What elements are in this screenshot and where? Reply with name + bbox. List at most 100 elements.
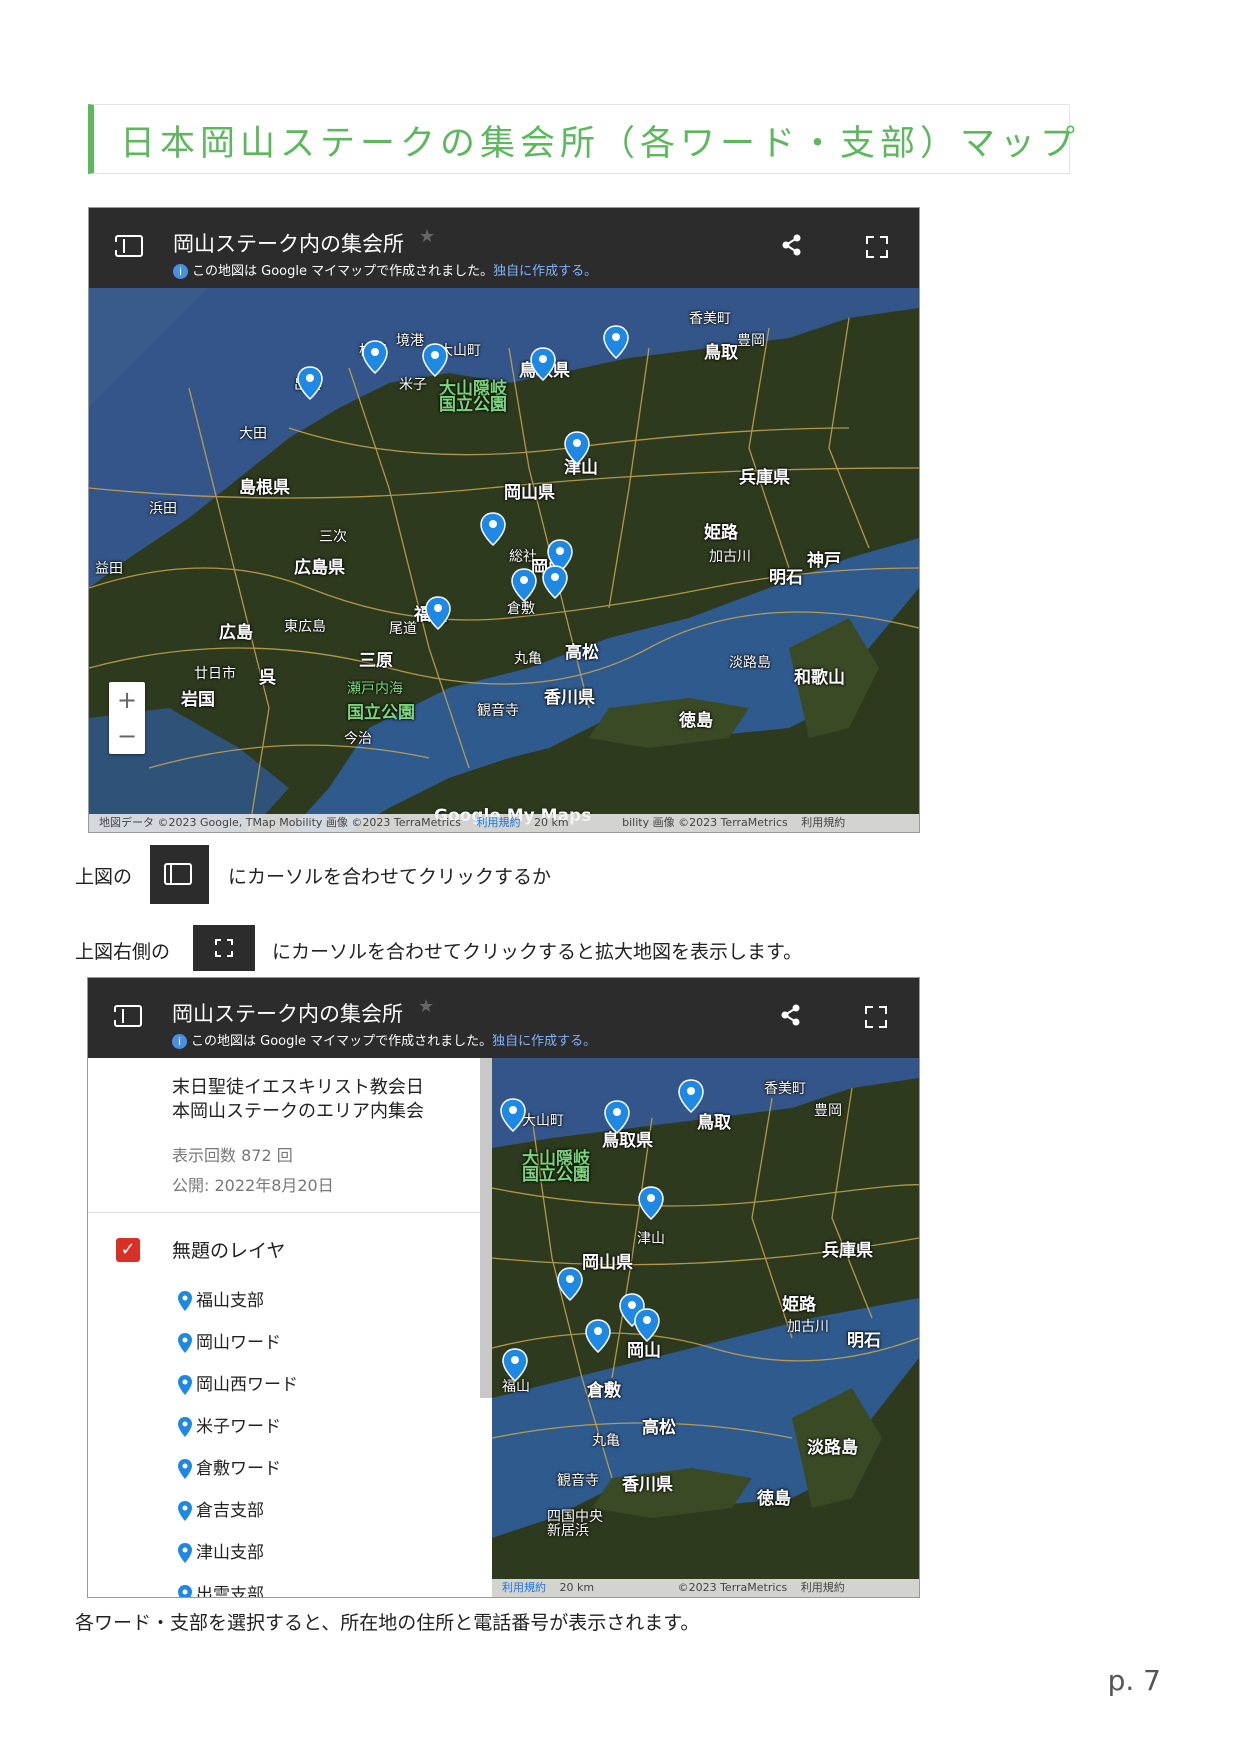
zoom-out-button[interactable]: − — [109, 718, 145, 754]
zoom-in-button[interactable]: + — [109, 682, 145, 718]
map-pin-icon[interactable] — [564, 431, 590, 466]
published-date: 公開: 2022年8月20日 — [172, 1176, 334, 1195]
panel-scrollbar[interactable] — [480, 1058, 492, 1398]
map-pin-icon[interactable] — [557, 1267, 583, 1302]
place-label: 岡山県 — [504, 483, 555, 503]
place-label: 尾道 — [389, 621, 417, 637]
place-label: 国立公園 — [347, 703, 415, 723]
layer-item-label: 米子ワード — [196, 1417, 281, 1437]
map-header-2: 岡山ステーク内の集会所 ★ i この地図は Google マイマップで作成されまし… — [88, 978, 919, 1058]
map-pin-icon[interactable] — [297, 366, 323, 401]
map-pin-icon[interactable] — [425, 596, 451, 631]
fullscreen-icon[interactable] — [866, 236, 888, 258]
map-pin-icon[interactable] — [502, 1348, 528, 1383]
layer-item[interactable]: 津山支部 — [178, 1538, 264, 1563]
layer-item-label: 出雲支部 — [196, 1585, 264, 1598]
map-pin-icon[interactable] — [530, 347, 556, 382]
layer-item[interactable]: 出雲支部 — [178, 1580, 264, 1598]
map-embed-2[interactable]: 岡山ステーク内の集会所 ★ i この地図は Google マイマップで作成されまし… — [87, 977, 920, 1598]
place-pin-icon — [178, 1375, 192, 1395]
instruction-line-1-prefix: 上図の — [75, 866, 133, 888]
place-label: 丸亀 — [592, 1433, 620, 1449]
place-label: 国立公園 — [439, 395, 507, 415]
place-label: 広島県 — [294, 558, 345, 578]
place-label: 明石 — [847, 1331, 881, 1351]
place-label: 香美町 — [764, 1081, 806, 1097]
map-subtitle-text: この地図は Google マイマップで作成されました。 — [192, 264, 494, 279]
info-icon-2: i — [172, 1034, 187, 1049]
map-subtitle-2: i この地図は Google マイマップで作成されました。独自に作成する。 — [172, 1030, 596, 1049]
place-label: 瀬戸内海 — [347, 681, 403, 697]
place-label: 大田 — [239, 426, 267, 442]
create-own-link[interactable]: 独自に作成する。 — [493, 264, 597, 279]
layer-item[interactable]: 岡山西ワード — [178, 1370, 298, 1395]
terms-link[interactable]: 利用規約 — [477, 816, 521, 829]
satellite-map-2[interactable]: 香美町 豊岡 鳥取 大山町 大山隠岐 国立公園 鳥取県 津山 兵庫県 岡山県 姫路 加古川 明石 岡山 倉敷… — [492, 1058, 919, 1597]
map-embed-1[interactable]: 岡山ステーク内の集会所 ★ i この地図は Google マイマップで作成されまし… — [88, 207, 920, 833]
layer-checkbox[interactable]: ✓ — [116, 1238, 140, 1262]
layer-item[interactable]: 福山支部 — [178, 1286, 264, 1311]
map-attribution: 地図データ ©2023 Google, TMap Mobility 画像 ©20… — [99, 816, 462, 829]
share-icon-2[interactable] — [780, 1004, 802, 1026]
place-label: 東広島 — [284, 619, 326, 635]
instruction-line-3: 各ワード・支部を選択すると、所在地の住所と電話番号が表示されます。 — [75, 1612, 700, 1634]
map-pin-icon[interactable] — [422, 343, 448, 378]
place-label: 高松 — [642, 1418, 676, 1438]
place-label: 島根県 — [239, 478, 290, 498]
star-icon-2[interactable]: ★ — [418, 996, 434, 1017]
map-pin-icon[interactable] — [603, 325, 629, 360]
place-label: 境港 — [396, 333, 424, 349]
terms-link-right-2[interactable]: 利用規約 — [801, 1581, 845, 1594]
map-pin-icon[interactable] — [638, 1186, 664, 1221]
place-label: 廿日市 — [194, 666, 236, 682]
layer-item[interactable]: 岡山ワード — [178, 1328, 281, 1353]
share-icon[interactable] — [781, 234, 803, 256]
layer-item[interactable]: 倉吉支部 — [178, 1496, 264, 1521]
star-icon[interactable]: ★ — [419, 226, 435, 247]
map-pin-icon[interactable] — [480, 512, 506, 547]
place-label: 益田 — [95, 561, 123, 577]
view-count: 表示回数 872 回 — [172, 1146, 293, 1165]
place-label: 加古川 — [709, 549, 751, 565]
map-pin-icon[interactable] — [585, 1319, 611, 1354]
map-pin-icon[interactable] — [634, 1308, 660, 1343]
legend-toggle-icon-2[interactable] — [112, 1005, 142, 1027]
instruction-line-1-suffix: にカーソルを合わせてクリックするか — [228, 866, 552, 888]
place-label: 国立公園 — [522, 1165, 590, 1185]
place-label: 姫路 — [782, 1295, 816, 1315]
legend-toggle-icon[interactable] — [113, 235, 143, 257]
satellite-map[interactable]: 香美町豊岡鳥取境港大山町米子大山隠岐国立公園鳥取県大田島根県兵庫県津山岡山県浜田… — [89, 288, 919, 832]
place-label: 観音寺 — [557, 1473, 599, 1489]
map-pin-icon[interactable] — [500, 1098, 526, 1133]
place-label: 浜田 — [149, 501, 177, 517]
create-own-link-2[interactable]: 独自に作成する。 — [492, 1034, 596, 1049]
place-label: 丸亀 — [514, 651, 542, 667]
place-label: 高松 — [565, 643, 599, 663]
map-description: 末日聖徒イエスキリスト教会日本岡山ステークのエリア内集会 — [172, 1077, 424, 1122]
section-heading: 日本岡山ステークの集会所（各ワード・支部）マップ — [88, 104, 1075, 174]
map-pin-icon[interactable] — [542, 565, 568, 600]
map-pin-icon[interactable] — [362, 340, 388, 375]
zoom-control: + − — [109, 682, 145, 754]
terms-link-right[interactable]: 利用規約 — [801, 816, 845, 829]
map-pin-icon[interactable] — [678, 1079, 704, 1114]
fullscreen-icon-2[interactable] — [865, 1006, 887, 1028]
panel-divider — [88, 1212, 480, 1213]
place-label: 徳島 — [757, 1489, 791, 1509]
terms-link-2[interactable]: 利用規約 — [502, 1581, 546, 1594]
place-label: 三次 — [319, 529, 347, 545]
layer-item-label: 倉敷ワード — [196, 1459, 281, 1479]
layer-item[interactable]: 倉敷ワード — [178, 1454, 281, 1479]
place-pin-icon — [178, 1459, 192, 1479]
place-label: 観音寺 — [477, 703, 519, 719]
map-footer: 地図データ ©2023 Google, TMap Mobility 画像 ©20… — [89, 814, 919, 832]
place-pin-icon — [178, 1501, 192, 1521]
layer-item-label: 福山支部 — [196, 1291, 264, 1311]
map-background — [89, 288, 919, 832]
map-pin-icon[interactable] — [511, 568, 537, 603]
place-pin-icon — [178, 1543, 192, 1563]
layer-item[interactable]: 米子ワード — [178, 1412, 281, 1437]
map-footer-2: 利用規約 20 km ©2023 TerraMetrics 利用規約 — [492, 1579, 919, 1597]
place-label: 香美町 — [689, 311, 731, 327]
map-pin-icon[interactable] — [604, 1100, 630, 1135]
